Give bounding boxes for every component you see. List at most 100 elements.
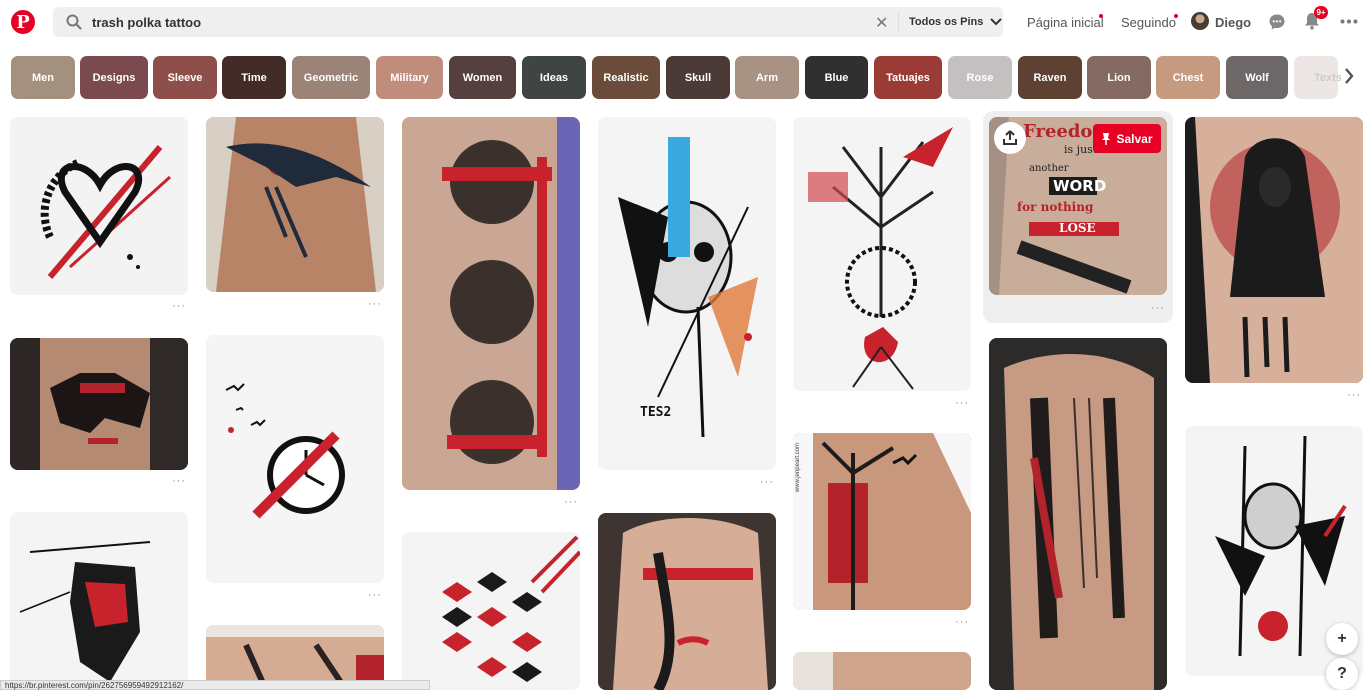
pin-back-tattoo[interactable] bbox=[10, 338, 188, 470]
chip-label: Arm bbox=[755, 71, 778, 84]
pin-heart-tattoo[interactable] bbox=[10, 117, 188, 295]
pin-face-arm-tattoo[interactable] bbox=[598, 513, 776, 690]
help-button[interactable]: ? bbox=[1326, 658, 1358, 690]
chip-time[interactable]: Time bbox=[222, 56, 286, 99]
guide-chips-row: Men Designs Sleeve Time Geometric Milita… bbox=[0, 55, 1369, 99]
chip-sleeve[interactable]: Sleeve bbox=[153, 56, 217, 99]
chip-label: Blue bbox=[824, 71, 849, 84]
pin-image bbox=[598, 117, 776, 470]
search-bar[interactable]: ✕ Todos os Pins bbox=[53, 7, 1003, 37]
chip-skull[interactable]: Skull bbox=[666, 56, 730, 99]
chip-men[interactable]: Men bbox=[11, 56, 75, 99]
pin-more-button[interactable]: ··· bbox=[760, 476, 774, 488]
chip-rose[interactable]: Rose bbox=[948, 56, 1012, 99]
chip-geometric[interactable]: Geometric bbox=[292, 56, 370, 99]
search-divider bbox=[898, 12, 899, 32]
home-unread-dot bbox=[1099, 14, 1103, 18]
search-input[interactable] bbox=[92, 14, 852, 30]
chip-blue[interactable]: Blue bbox=[805, 56, 868, 99]
chip-label: Designs bbox=[92, 71, 136, 84]
pin-chest-tattoo[interactable] bbox=[206, 117, 384, 292]
clear-icon[interactable]: ✕ bbox=[875, 13, 888, 33]
pin-geometric-tattoo[interactable] bbox=[402, 532, 580, 690]
chip-label: Military bbox=[390, 71, 429, 84]
create-pin-button[interactable]: + bbox=[1326, 623, 1358, 655]
save-pin-button[interactable]: Salvar bbox=[1093, 124, 1161, 153]
top-bar: P ✕ Todos os Pins Página inicial Seguind… bbox=[0, 0, 1369, 44]
pin-partial-tattoo[interactable] bbox=[793, 652, 971, 690]
chip-label: Chest bbox=[1172, 71, 1204, 84]
nav-following[interactable]: Seguindo bbox=[1121, 15, 1176, 30]
pin-image bbox=[598, 513, 776, 690]
chip-military[interactable]: Military bbox=[376, 56, 443, 99]
pin-monkeys-tattoo[interactable] bbox=[402, 117, 580, 490]
pin-predator-tattoo[interactable] bbox=[10, 512, 188, 690]
pin-more-button[interactable]: ··· bbox=[955, 616, 969, 628]
pin-more-button[interactable]: ··· bbox=[368, 298, 382, 310]
messages-icon[interactable] bbox=[1268, 13, 1286, 31]
chip-women[interactable]: Women bbox=[449, 56, 516, 99]
chip-realistic[interactable]: Realistic bbox=[592, 56, 660, 99]
pin-image bbox=[989, 338, 1167, 690]
pin-image bbox=[10, 338, 188, 470]
chip-label: Time bbox=[241, 71, 267, 84]
chip-label: Women bbox=[462, 71, 503, 84]
chip-label: Ideas bbox=[539, 71, 569, 84]
notifications-badge: 9+ bbox=[1314, 6, 1328, 19]
tattoo-text-nothing: for nothing bbox=[1017, 200, 1094, 214]
nav-home[interactable]: Página inicial bbox=[1027, 15, 1104, 30]
more-options-icon[interactable] bbox=[1340, 19, 1358, 24]
save-pin-label: Salvar bbox=[1116, 131, 1153, 146]
pin-more-button[interactable]: ··· bbox=[955, 397, 969, 409]
pin-image bbox=[206, 335, 384, 583]
chip-label: Sleeve bbox=[167, 71, 203, 84]
chip-chest[interactable]: Chest bbox=[1156, 56, 1220, 99]
tattoo-text-word: WORD bbox=[1053, 177, 1107, 195]
pin-image bbox=[10, 117, 188, 295]
chip-label: Tatuajes bbox=[886, 71, 930, 84]
user-name-link[interactable]: Diego bbox=[1215, 15, 1251, 30]
chip-label: Realistic bbox=[603, 71, 649, 84]
pin-icon bbox=[1102, 132, 1111, 145]
chevron-down-icon bbox=[990, 18, 1003, 26]
pin-image bbox=[402, 117, 580, 490]
chip-arm[interactable]: Arm bbox=[735, 56, 799, 99]
pin-shoulder-tree-tattoo[interactable]: www.jenpeart.com bbox=[793, 433, 971, 610]
browser-status-url: https://br.pinterest.com/pin/26275695949… bbox=[0, 680, 430, 690]
chevron-right-icon[interactable] bbox=[1343, 67, 1355, 85]
pin-more-button[interactable]: ··· bbox=[1151, 302, 1165, 314]
chip-tatuajes[interactable]: Tatuajes bbox=[874, 56, 942, 99]
chip-label: Rose bbox=[966, 71, 994, 84]
pin-more-button[interactable]: ··· bbox=[368, 589, 382, 601]
chip-ideas[interactable]: Ideas bbox=[522, 56, 586, 99]
chip-texts[interactable]: Texts bbox=[1294, 56, 1342, 99]
pinterest-logo[interactable]: P bbox=[11, 10, 35, 34]
avatar[interactable] bbox=[1191, 12, 1209, 30]
pin-image bbox=[793, 117, 971, 391]
pin-hooded-figure-tattoo[interactable] bbox=[1185, 117, 1363, 383]
search-icon bbox=[66, 14, 82, 30]
tattoo-text-another: another bbox=[1029, 163, 1069, 174]
chip-designs[interactable]: Designs bbox=[80, 56, 148, 99]
pin-more-button[interactable]: ··· bbox=[172, 475, 186, 487]
share-button[interactable] bbox=[994, 122, 1026, 154]
chip-wolf[interactable]: Wolf bbox=[1226, 56, 1288, 99]
pin-sleeve-text-tattoo[interactable] bbox=[989, 338, 1167, 690]
upload-share-icon bbox=[1003, 130, 1017, 145]
chip-lion[interactable]: Lion bbox=[1087, 56, 1151, 99]
pin-url-watermark: www.jenpeart.com bbox=[795, 443, 801, 493]
tattoo-text-lose: LOSE bbox=[1059, 221, 1096, 235]
search-scope-dropdown[interactable]: Todos os Pins bbox=[909, 7, 1003, 37]
chip-label: Skull bbox=[684, 71, 712, 84]
pin-image bbox=[793, 433, 971, 610]
pin-skull-tattoo[interactable]: TES2 bbox=[598, 117, 776, 470]
chip-label: Wolf bbox=[1245, 71, 1269, 84]
pin-clock-tattoo[interactable] bbox=[206, 335, 384, 583]
pin-more-button[interactable]: ··· bbox=[564, 496, 578, 508]
chip-raven[interactable]: Raven bbox=[1018, 56, 1082, 99]
pin-image bbox=[1185, 117, 1363, 383]
pin-more-button[interactable]: ··· bbox=[172, 300, 186, 312]
pin-more-button[interactable]: ··· bbox=[1347, 389, 1361, 401]
chip-label: Texts bbox=[1314, 71, 1342, 84]
pin-tree-heart-tattoo[interactable] bbox=[793, 117, 971, 391]
